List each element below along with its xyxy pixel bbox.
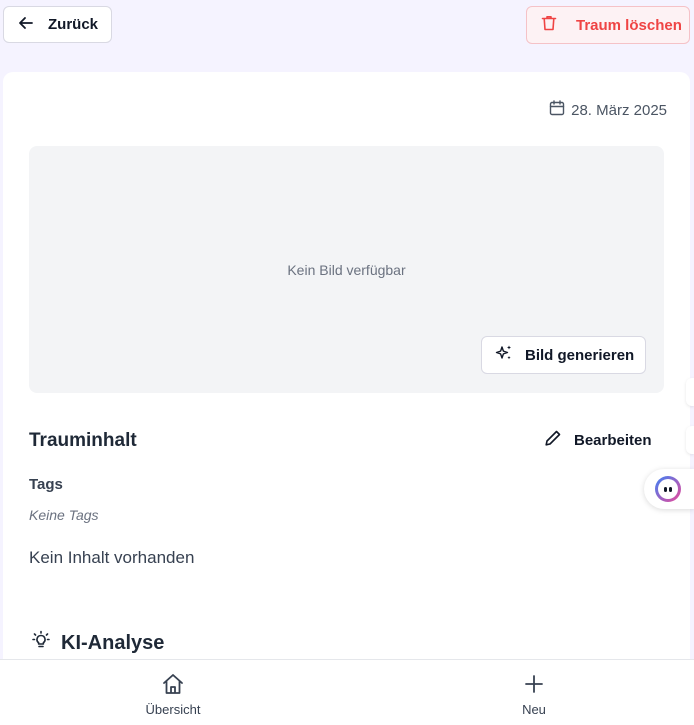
delete-dream-button[interactable]: Traum löschen — [526, 6, 690, 44]
side-panel-tab[interactable] — [686, 426, 694, 454]
section-divider — [0, 598, 3, 660]
nav-label-new: Neu — [522, 702, 546, 717]
no-tags-text: Keine Tags — [29, 507, 99, 523]
date-text: 28. März 2025 — [571, 101, 667, 119]
ai-analysis-heading: KI-Analyse — [31, 630, 164, 656]
bottom-navigation: Übersicht Neu — [0, 659, 694, 725]
side-panel-tab[interactable] — [686, 378, 694, 406]
generate-image-button[interactable]: Bild generieren — [481, 336, 646, 374]
home-icon — [163, 674, 183, 694]
assistant-button[interactable] — [644, 469, 694, 509]
pencil-icon — [544, 429, 562, 451]
delete-label: Traum löschen — [576, 16, 682, 34]
dream-image-placeholder: Kein Bild verfügbar Bild generieren — [29, 146, 664, 393]
assistant-face-icon — [655, 476, 681, 502]
nav-item-new[interactable]: Neu — [474, 672, 594, 717]
arrow-left-icon — [18, 15, 34, 35]
no-content-text: Kein Inhalt vorhanden — [29, 548, 195, 567]
sparkles-icon — [495, 344, 513, 366]
back-button[interactable]: Zurück — [3, 6, 112, 43]
lightbulb-icon — [31, 630, 51, 656]
dream-date: 28. März 2025 — [549, 100, 667, 120]
top-bar: Zurück Traum löschen — [0, 0, 694, 56]
plus-icon — [525, 675, 543, 693]
calendar-icon — [549, 100, 565, 120]
nav-label-overview: Übersicht — [145, 702, 201, 717]
edit-button[interactable]: Bearbeiten — [538, 424, 664, 456]
tags-label: Tags — [29, 476, 63, 493]
generate-label: Bild generieren — [525, 346, 635, 364]
nav-item-overview[interactable]: Übersicht — [113, 672, 233, 717]
edit-label: Bearbeiten — [574, 431, 652, 449]
no-image-text: Kein Bild verfügbar — [287, 262, 406, 278]
trash-icon — [540, 14, 558, 36]
back-label: Zurück — [48, 16, 99, 33]
ai-analysis-title: KI-Analyse — [61, 631, 165, 654]
content-title: Trauminhalt — [29, 430, 137, 451]
